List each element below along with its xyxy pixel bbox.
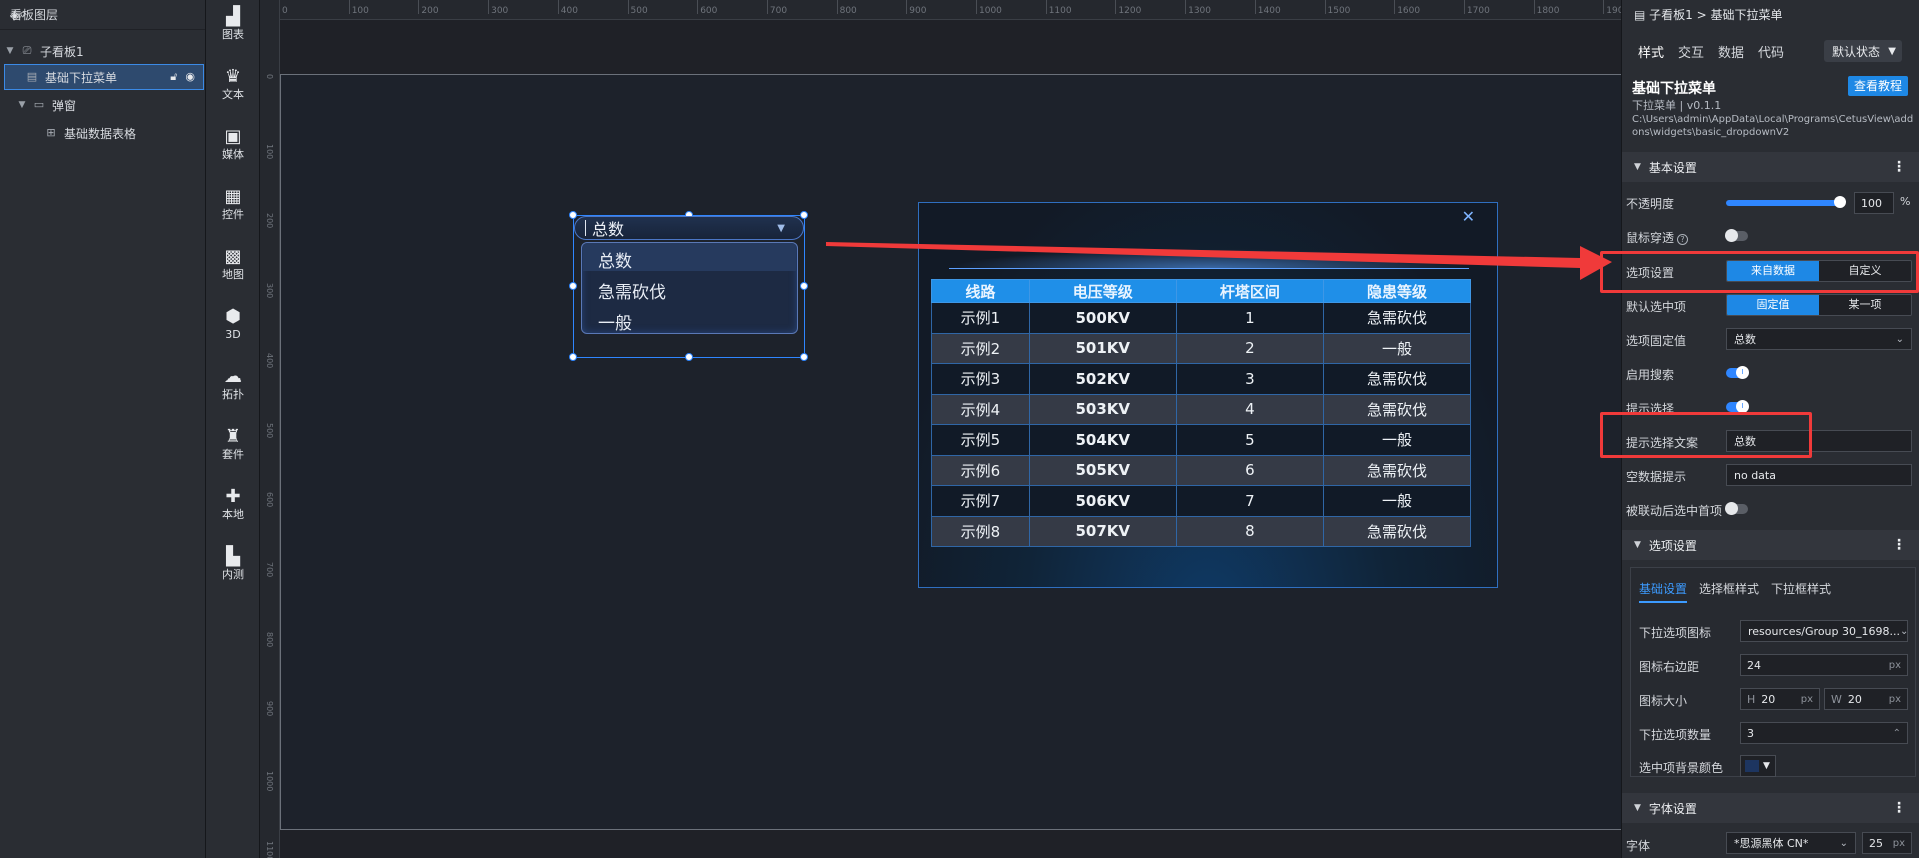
- section-options[interactable]: ▼ 选项设置 ⋮: [1622, 530, 1919, 560]
- options-subcard: 基础设置 选择框样式 下拉框样式 下拉选项图标 resources/Group …: [1630, 567, 1916, 777]
- collapse-caret-icon[interactable]: ▼: [1634, 803, 1641, 813]
- opacity-unit: %: [1900, 195, 1911, 208]
- prompt-select-toggle[interactable]: I: [1726, 400, 1749, 413]
- linked-first-label: 被联动后选中首项: [1626, 504, 1723, 518]
- tab-code[interactable]: 代码: [1758, 42, 1784, 61]
- fixed-value-select[interactable]: 总数 ⌄: [1726, 328, 1912, 350]
- linked-first-toggle[interactable]: [1725, 502, 1748, 515]
- font-size-input[interactable]: 25 px: [1862, 832, 1912, 854]
- collapse-caret-icon[interactable]: ▼: [1634, 540, 1641, 550]
- subtab-select-style[interactable]: 选择框样式: [1699, 580, 1759, 603]
- dropdown-icon-label: 下拉选项图标: [1639, 626, 1712, 640]
- opacity-slider-knob[interactable]: [1834, 196, 1846, 208]
- font-label: 字体: [1626, 839, 1651, 853]
- sub-tabs: 基础设置 选择框样式 下拉框样式: [1639, 580, 1831, 603]
- empty-data-input[interactable]: no data: [1726, 464, 1912, 486]
- caret-down-icon: ▼: [1763, 761, 1770, 771]
- mouse-through-toggle[interactable]: [1725, 229, 1748, 242]
- tab-interaction[interactable]: 交互: [1678, 42, 1704, 61]
- more-icon[interactable]: ⋮: [1892, 159, 1906, 175]
- option-count-label: 下拉选项数量: [1639, 728, 1712, 742]
- default-selected-label: 默认选中项: [1626, 300, 1687, 314]
- selected-bg-color-picker[interactable]: ▼: [1740, 755, 1776, 777]
- font-family-select[interactable]: *思源黑体 CN* ⌄: [1726, 832, 1856, 854]
- section-font[interactable]: ▼ 字体设置 ⋮: [1622, 793, 1919, 823]
- annotation-box-options: [1600, 251, 1919, 293]
- chevron-down-icon: ⌄: [1895, 333, 1904, 345]
- widget-title: 基础下拉菜单: [1632, 81, 1716, 97]
- seg-some-item[interactable]: 某一项: [1819, 295, 1911, 315]
- stepper-up-icon[interactable]: ⌃: [1893, 728, 1901, 739]
- collapse-caret-icon[interactable]: ▼: [1634, 162, 1641, 172]
- chevron-down-icon: ⌄: [1839, 837, 1848, 849]
- default-selected-segment[interactable]: 固定值 某一项: [1726, 294, 1912, 316]
- dropdown-icon-select[interactable]: resources/Group 30_1698... ⌄: [1740, 620, 1908, 642]
- opacity-slider-track[interactable]: [1726, 200, 1842, 206]
- icon-size-label: 图标大小: [1639, 694, 1688, 708]
- props-tabs: 样式 交互 数据 代码: [1638, 42, 1784, 61]
- opacity-input[interactable]: 100: [1854, 192, 1894, 214]
- mouse-through-label: 鼠标穿透?: [1626, 229, 1689, 246]
- subtab-basic[interactable]: 基础设置: [1639, 580, 1688, 603]
- section-basic[interactable]: ▼ 基本设置 ⋮: [1622, 152, 1919, 182]
- enable-search-toggle[interactable]: I: [1726, 366, 1749, 379]
- icon-margin-label: 图标右边距: [1639, 660, 1700, 674]
- selected-bg-color-label: 选中项背景颜色: [1639, 761, 1724, 775]
- enable-search-label: 启用搜索: [1626, 368, 1675, 382]
- breadcrumb: ▤ 子看板1 > 基础下拉菜单: [1634, 8, 1783, 22]
- more-icon[interactable]: ⋮: [1892, 537, 1906, 553]
- more-icon[interactable]: ⋮: [1892, 800, 1906, 816]
- tab-style[interactable]: 样式: [1638, 42, 1664, 61]
- board-icon: ▤: [1634, 8, 1650, 22]
- icon-height-input[interactable]: H 20 px: [1740, 688, 1820, 710]
- subtab-dropdown-style[interactable]: 下拉框样式: [1771, 580, 1831, 603]
- annotation-box-prompt-text: [1600, 412, 1812, 458]
- widget-path: C:\Users\admin\AppData\Local\Programs\Ce…: [1632, 114, 1914, 138]
- help-icon[interactable]: ?: [1677, 234, 1689, 245]
- option-count-input[interactable]: 3 ⌃: [1740, 722, 1908, 744]
- big-arrow: [826, 242, 1612, 280]
- tab-data[interactable]: 数据: [1718, 42, 1744, 61]
- icon-width-input[interactable]: W 20 px: [1824, 688, 1908, 710]
- icon-margin-input[interactable]: 24 px: [1740, 654, 1908, 676]
- state-select[interactable]: 默认状态 ▼: [1824, 40, 1902, 62]
- fixed-value-label: 选项固定值: [1626, 334, 1687, 348]
- chevron-down-icon: ⌄: [1899, 625, 1908, 637]
- tutorial-button[interactable]: 查看教程: [1848, 76, 1908, 96]
- opacity-label: 不透明度: [1626, 197, 1675, 211]
- chevron-down-icon: ▼: [1888, 45, 1896, 57]
- empty-data-label: 空数据提示: [1626, 470, 1687, 484]
- widget-version: 下拉菜单 | v0.1.1: [1632, 99, 1722, 112]
- color-swatch: [1745, 760, 1759, 772]
- seg-fixed[interactable]: 固定值: [1727, 295, 1819, 315]
